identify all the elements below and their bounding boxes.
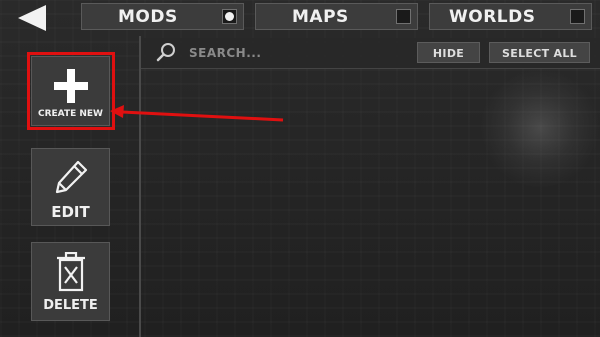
tab-worlds[interactable]: WORLDS [429, 3, 592, 30]
back-arrow-icon [18, 5, 46, 31]
sidebar-divider [139, 36, 141, 337]
create-new-button[interactable]: CREATE NEW [31, 56, 110, 126]
tab-maps[interactable]: MAPS [255, 3, 418, 30]
search-input[interactable] [189, 43, 409, 63]
plus-icon [32, 69, 109, 107]
delete-label: DELETE [43, 298, 98, 313]
search-bar: HIDE SELECT ALL [141, 38, 600, 69]
pencil-icon [32, 159, 109, 199]
trash-icon [32, 252, 109, 296]
edit-button[interactable]: EDIT [31, 148, 110, 226]
edit-label: EDIT [51, 203, 90, 221]
select-all-button[interactable]: SELECT ALL [489, 42, 590, 63]
delete-button[interactable]: DELETE [31, 242, 110, 321]
tab-mods-label: MODS [118, 7, 178, 27]
tab-worlds-label: WORLDS [449, 7, 536, 27]
tab-mods[interactable]: MODS [81, 3, 244, 30]
tab-maps-checkbox[interactable] [396, 9, 411, 24]
tab-mods-checkbox[interactable] [222, 9, 237, 24]
tab-worlds-checkbox[interactable] [570, 9, 585, 24]
search-icon [156, 43, 175, 62]
create-new-label: CREATE NEW [38, 109, 103, 119]
hide-button[interactable]: HIDE [417, 42, 480, 63]
tab-maps-label: MAPS [292, 7, 349, 27]
back-button[interactable] [16, 5, 50, 31]
top-bar: MODS MAPS WORLDS [0, 0, 600, 36]
